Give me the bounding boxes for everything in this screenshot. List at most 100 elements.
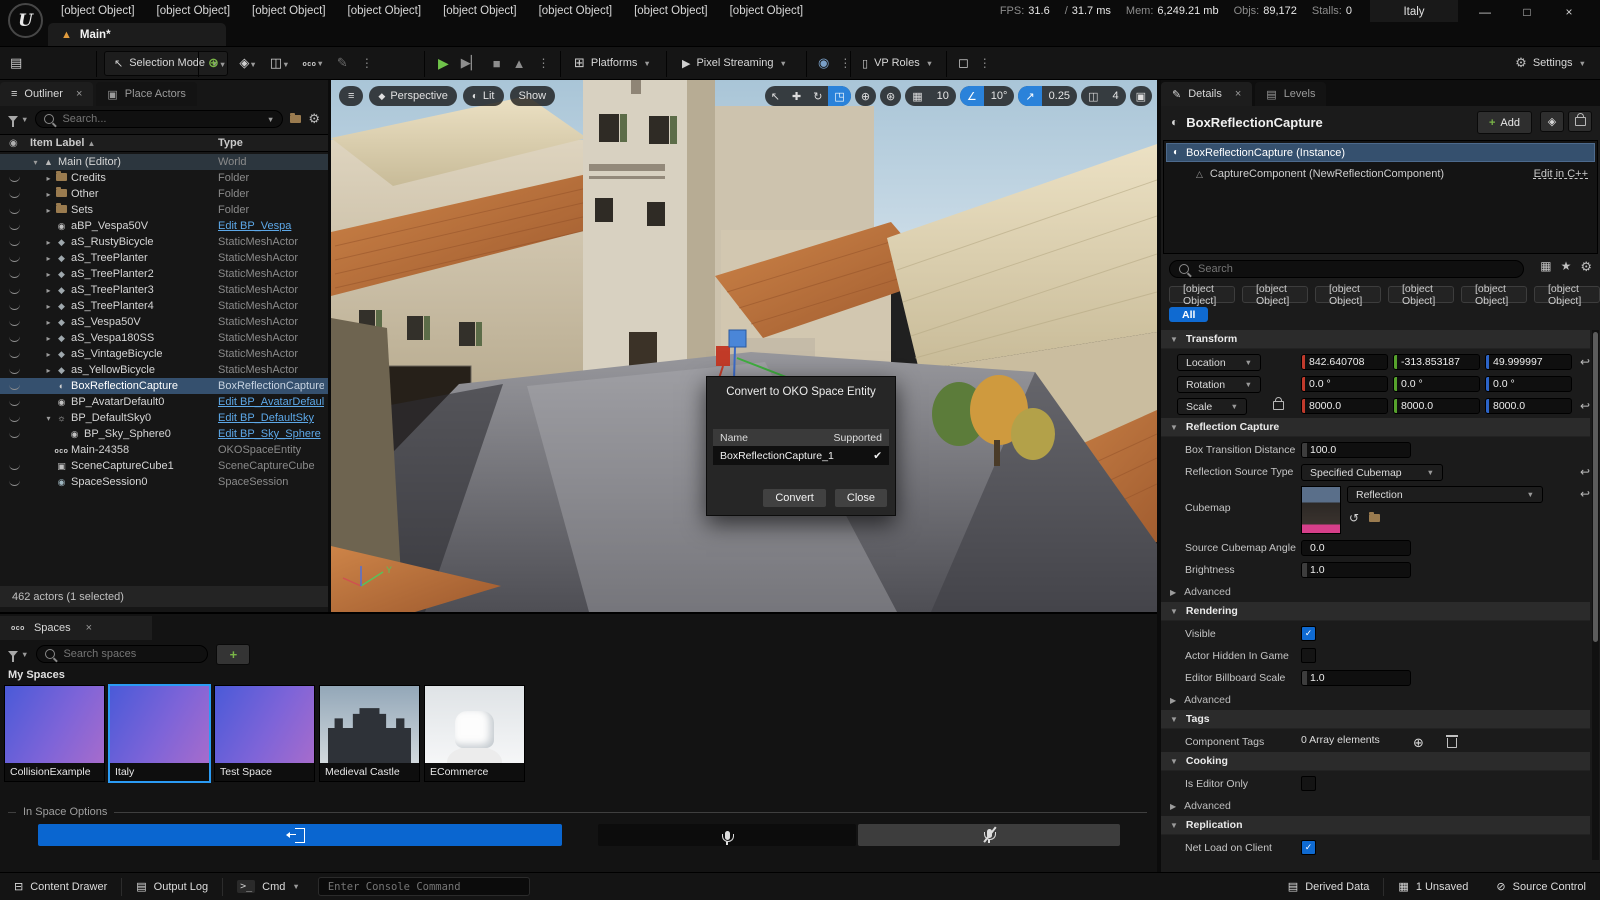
outliner-row[interactable]: ▾ ▲ Main (Editor) World <box>0 154 328 170</box>
outliner-row[interactable]: ▸ Other Folder <box>0 186 328 202</box>
visibility-eye-icon[interactable] <box>9 192 20 198</box>
visibility-eye-icon[interactable] <box>9 480 20 486</box>
unsaved-button[interactable]: ▦ 1 Unsaved <box>1384 873 1482 900</box>
filter-chip[interactable]: [object Object] <box>1461 286 1527 303</box>
display-options-icon[interactable]: ▦ <box>1540 259 1551 275</box>
new-folder-icon[interactable] <box>290 115 301 123</box>
visibility-eye-icon[interactable] <box>9 256 20 262</box>
perspective-dropdown[interactable]: ◆Perspective <box>369 86 456 106</box>
visibility-eye-icon[interactable] <box>9 464 20 470</box>
scale-y-field[interactable]: 8000.0 <box>1393 398 1480 414</box>
net-load-checkbox[interactable]: ✓ <box>1301 840 1316 855</box>
hidden-in-game-checkbox[interactable] <box>1301 648 1316 663</box>
filter-chip[interactable]: [object Object] <box>1169 286 1235 303</box>
scale-snap-control[interactable]: ↗0.25 <box>1018 86 1077 106</box>
visibility-eye-icon[interactable] <box>9 368 20 374</box>
outliner-row[interactable]: ◉ BP_Sky_Sphere0 Edit BP_Sky_Sphere <box>0 426 328 442</box>
content-drawer-button[interactable]: ⊟ Content Drawer <box>0 873 121 900</box>
trash-icon[interactable] <box>1447 738 1457 748</box>
details-scrollbar[interactable] <box>1592 330 1599 860</box>
revert-icon[interactable]: ↩ <box>1580 487 1590 501</box>
visible-checkbox[interactable]: ✓ <box>1301 626 1316 641</box>
filter-chip[interactable]: [object Object] <box>1242 286 1308 303</box>
show-dropdown[interactable]: Show <box>510 86 556 106</box>
capture-component-row[interactable]: △ CaptureComponent (NewReflectionCompone… <box>1166 165 1595 183</box>
outliner-row[interactable]: ▸ ◆ aS_RustyBicycle StaticMeshActor <box>0 234 328 250</box>
revert-icon[interactable]: ↩ <box>1580 355 1590 369</box>
visibility-eye-icon[interactable] <box>9 208 20 214</box>
rotation-x-field[interactable]: 0.0 ° <box>1301 376 1388 392</box>
expander-icon[interactable]: ▸ <box>43 206 54 215</box>
outliner-row[interactable]: ◉ SpaceSession0 SpaceSession <box>0 474 328 490</box>
outliner-row[interactable]: ▸ ◆ aS_TreePlanter4 StaticMeshActor <box>0 298 328 314</box>
box-transition-field[interactable]: 100.0 <box>1301 442 1411 458</box>
expander-icon[interactable]: ▾ <box>43 414 54 423</box>
blueprints-dropdown[interactable]: ◈▼ <box>239 55 256 71</box>
scale-dropdown[interactable]: Scale▼ <box>1177 398 1247 415</box>
expander-icon[interactable]: ▸ <box>43 254 54 263</box>
outliner-settings-icon[interactable]: ⚙ <box>308 111 320 127</box>
console-command-input[interactable] <box>326 880 522 894</box>
cubemap-asset-dropdown[interactable]: Reflection▼ <box>1347 486 1543 503</box>
billboard-scale-field[interactable]: 1.0 <box>1301 670 1411 686</box>
menu-item[interactable]: [object Object] <box>623 5 719 17</box>
avatar-icon[interactable]: ◉ <box>818 55 829 71</box>
section-cooking[interactable]: ▼Cooking <box>1161 752 1590 771</box>
scale-lock-icon[interactable] <box>1273 401 1284 410</box>
stop-icon[interactable]: ■ <box>493 56 501 71</box>
advanced-expander[interactable]: ▶Advanced <box>1170 690 1231 710</box>
surface-snap-toggle[interactable]: ⊛ <box>880 86 901 106</box>
lock-button[interactable] <box>1568 111 1592 132</box>
revert-icon[interactable]: ↩ <box>1580 399 1590 413</box>
tab-levels[interactable]: ▤ Levels <box>1255 82 1326 106</box>
visibility-eye-icon[interactable] <box>9 224 20 230</box>
outliner-row[interactable]: ◉ aBP_Vespa50V Edit BP_Vespa <box>0 218 328 234</box>
expander-icon[interactable]: ▸ <box>43 286 54 295</box>
leave-space-button[interactable] <box>38 824 562 846</box>
tab-spaces[interactable]: oco Spaces × <box>0 616 152 640</box>
editor-modes-icon[interactable]: ✎ <box>337 55 348 71</box>
details-search[interactable] <box>1169 260 1524 278</box>
camera-speed-control[interactable]: ◫4 <box>1081 86 1126 106</box>
world-space-toggle[interactable]: ⊕ <box>855 86 876 106</box>
location-x-field[interactable]: 842.640708 <box>1301 354 1388 370</box>
menu-item[interactable]: [object Object] <box>241 5 337 17</box>
visibility-eye-icon[interactable] <box>9 176 20 182</box>
rotation-dropdown[interactable]: Rotation▼ <box>1177 376 1261 393</box>
close-icon[interactable]: × <box>86 622 92 634</box>
outliner-row[interactable]: ▸ ◆ aS_TreePlanter3 StaticMeshActor <box>0 282 328 298</box>
tv-options-icon[interactable]: ⋮ <box>979 56 991 70</box>
expander-icon[interactable]: ▸ <box>43 334 54 343</box>
outliner-search-input[interactable] <box>60 112 260 126</box>
use-selected-icon[interactable]: ↺ <box>1349 511 1359 525</box>
outliner-row[interactable]: ▸ Credits Folder <box>0 170 328 186</box>
filter-chip[interactable]: [object Object] <box>1315 286 1381 303</box>
outliner-row[interactable]: ▸ ◆ as_YellowBicycle StaticMeshActor <box>0 362 328 378</box>
microphone-muted-button[interactable] <box>858 824 1120 846</box>
scale-z-field[interactable]: 8000.0 <box>1485 398 1572 414</box>
menu-item[interactable]: [object Object] <box>146 5 242 17</box>
space-card[interactable]: Test Space <box>214 685 315 782</box>
platforms-dropdown[interactable]: ⊞ Platforms ▼ <box>574 55 651 71</box>
filter-chip-all[interactable]: All <box>1169 307 1208 322</box>
cubemap-thumbnail[interactable] <box>1301 486 1341 534</box>
details-search-input[interactable] <box>1196 262 1514 276</box>
spaces-search-input[interactable] <box>61 647 199 661</box>
close-icon[interactable]: × <box>1235 88 1241 100</box>
column-type-label[interactable]: Type <box>218 137 243 149</box>
scale-x-field[interactable]: 8000.0 <box>1301 398 1388 414</box>
filter-chip[interactable]: [object Object] <box>1388 286 1454 303</box>
favorites-star-icon[interactable]: ★ <box>1561 259 1572 275</box>
filter-dropdown[interactable]: ▼ <box>8 650 28 659</box>
outliner-row[interactable]: ▸ Sets Folder <box>0 202 328 218</box>
expander-icon[interactable]: ▸ <box>43 350 54 359</box>
outliner-row[interactable]: ▸ ◆ aS_Vespa180SS StaticMeshActor <box>0 330 328 346</box>
visibility-eye-icon[interactable] <box>9 416 20 422</box>
outliner-row[interactable]: ▸ ◆ aS_Vespa50V StaticMeshActor <box>0 314 328 330</box>
maximize-viewport-button[interactable]: ▣ <box>1130 86 1152 106</box>
visibility-eye-icon[interactable] <box>9 240 20 246</box>
outliner-row[interactable]: ◐ BoxReflectionCapture BoxReflectionCapt… <box>0 378 328 394</box>
console-command-box[interactable] <box>318 877 530 896</box>
brightness-field[interactable]: 1.0 <box>1301 562 1411 578</box>
outliner-row[interactable]: ◉ BP_AvatarDefault0 Edit BP_AvatarDefaul… <box>0 394 328 410</box>
